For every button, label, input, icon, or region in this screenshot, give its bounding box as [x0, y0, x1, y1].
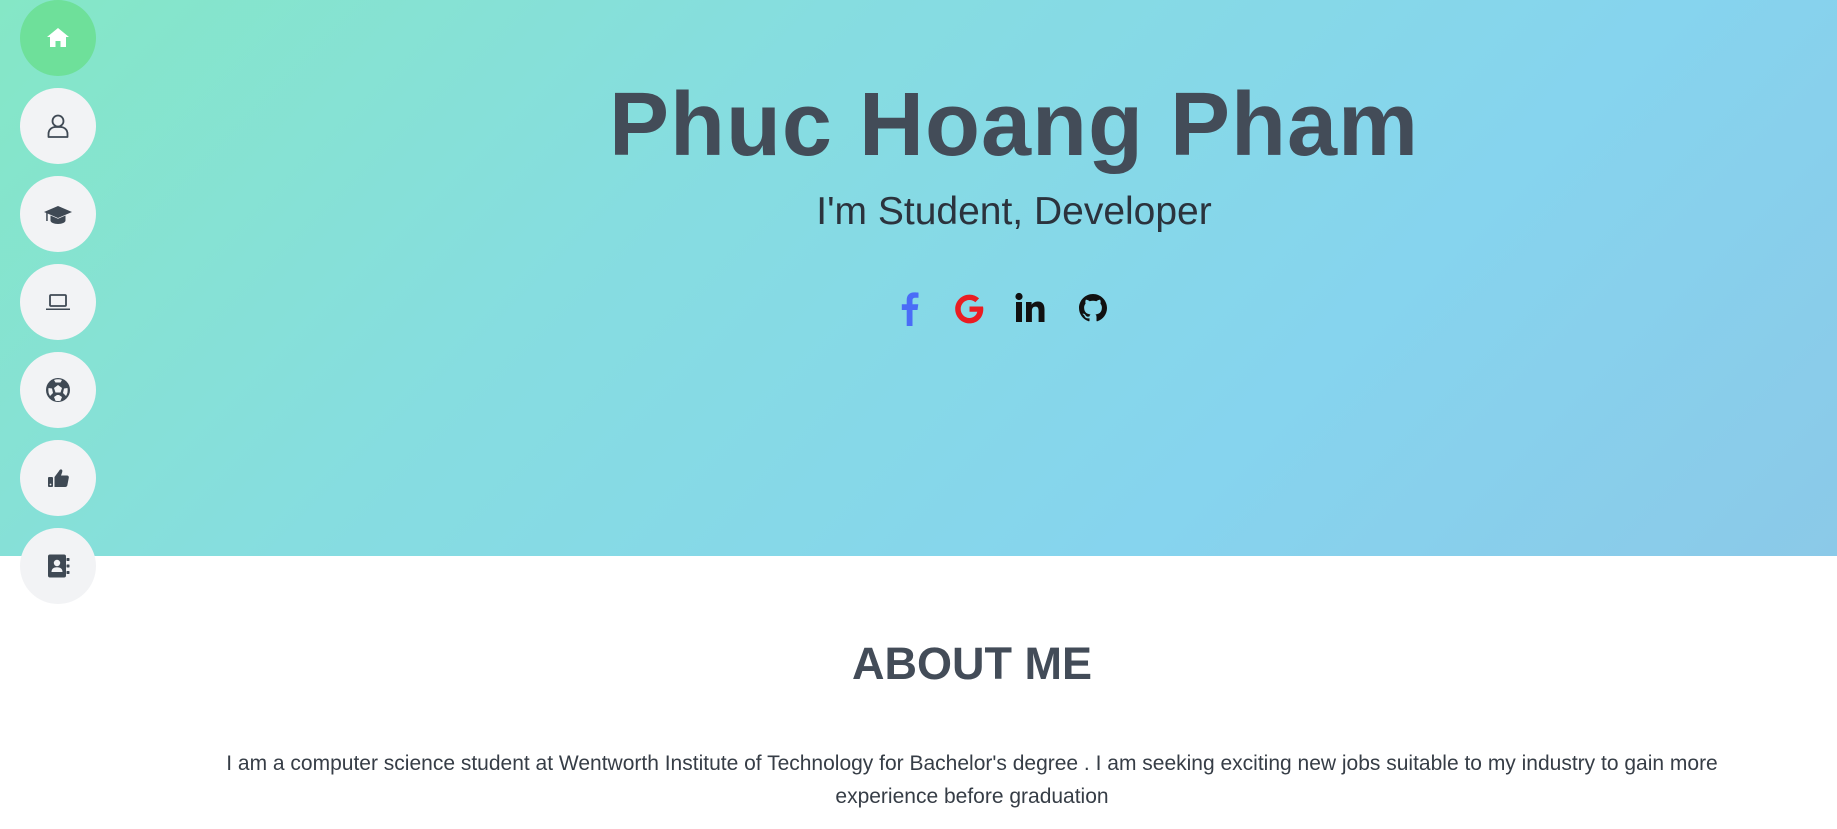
- linkedin-icon: [1015, 292, 1045, 322]
- thumbs-up-icon: [48, 469, 69, 487]
- nav-projects-button[interactable]: [20, 264, 96, 340]
- facebook-link[interactable]: [890, 286, 930, 330]
- nav-home-button[interactable]: [20, 0, 96, 76]
- nav-education-button[interactable]: [20, 176, 96, 252]
- nav-hobbies-button[interactable]: [20, 352, 96, 428]
- github-link[interactable]: [1073, 286, 1113, 330]
- hero-name: Phuc Hoang Pham: [608, 75, 1420, 175]
- google-link[interactable]: [949, 286, 989, 330]
- laptop-icon: [46, 294, 70, 310]
- soccer-ball-icon: [46, 378, 70, 402]
- facebook-icon: [901, 292, 919, 326]
- nav-recommendations-button[interactable]: [20, 440, 96, 516]
- user-icon: [47, 114, 69, 138]
- hero-section: Phuc Hoang Pham I'm Student, Developer: [0, 0, 1837, 556]
- graduation-cap-icon: [44, 206, 72, 224]
- hero-role: I'm Student, Developer: [816, 190, 1212, 233]
- nav-contact-button[interactable]: [20, 528, 96, 604]
- social-links: [890, 286, 1210, 330]
- google-icon: [955, 294, 984, 324]
- github-icon: [1079, 294, 1107, 322]
- home-icon: [47, 28, 69, 47]
- address-book-icon: [48, 554, 70, 578]
- linkedin-link[interactable]: [1010, 286, 1050, 330]
- about-text: I am a computer science student at Wentw…: [226, 752, 1718, 808]
- nav-about-button[interactable]: [20, 88, 96, 164]
- about-title: ABOUT ME: [852, 638, 1092, 689]
